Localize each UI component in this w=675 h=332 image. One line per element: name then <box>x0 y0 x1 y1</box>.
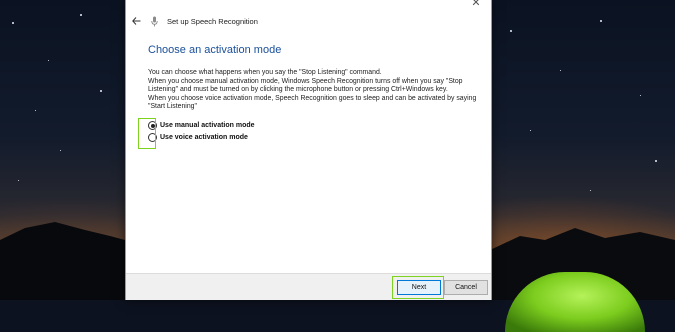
manual-activation-option[interactable]: Use manual activation mode <box>148 121 255 130</box>
microphone-icon <box>151 15 161 27</box>
description-paragraph-2: When you choose manual activation mode, … <box>148 77 463 94</box>
close-icon: ✕ <box>471 0 481 9</box>
voice-activation-option[interactable]: Use voice activation mode <box>148 133 248 142</box>
close-button[interactable]: ✕ <box>465 0 487 9</box>
radio-highlight-box <box>138 118 156 149</box>
title-bar: Set up Speech Recognition <box>126 11 491 31</box>
description-text: You can choose what happens when you say… <box>148 69 483 112</box>
speech-setup-dialog: ✕ Set up Speech Recognition Choose an ac… <box>125 0 492 300</box>
description-paragraph-3: When you choose voice activation mode, S… <box>148 94 477 111</box>
manual-activation-label[interactable]: Use manual activation mode <box>160 122 255 129</box>
description-paragraph-1: You can choose what happens when you say… <box>148 69 382 76</box>
back-arrow-icon <box>131 17 140 25</box>
page-heading: Choose an activation mode <box>148 44 282 56</box>
back-button[interactable] <box>130 15 142 27</box>
cancel-button[interactable]: Cancel <box>444 280 488 295</box>
voice-activation-label[interactable]: Use voice activation mode <box>160 134 248 141</box>
next-button[interactable]: Next <box>397 280 441 295</box>
dialog-footer: Next Cancel <box>126 273 491 300</box>
window-title: Set up Speech Recognition <box>167 16 258 26</box>
